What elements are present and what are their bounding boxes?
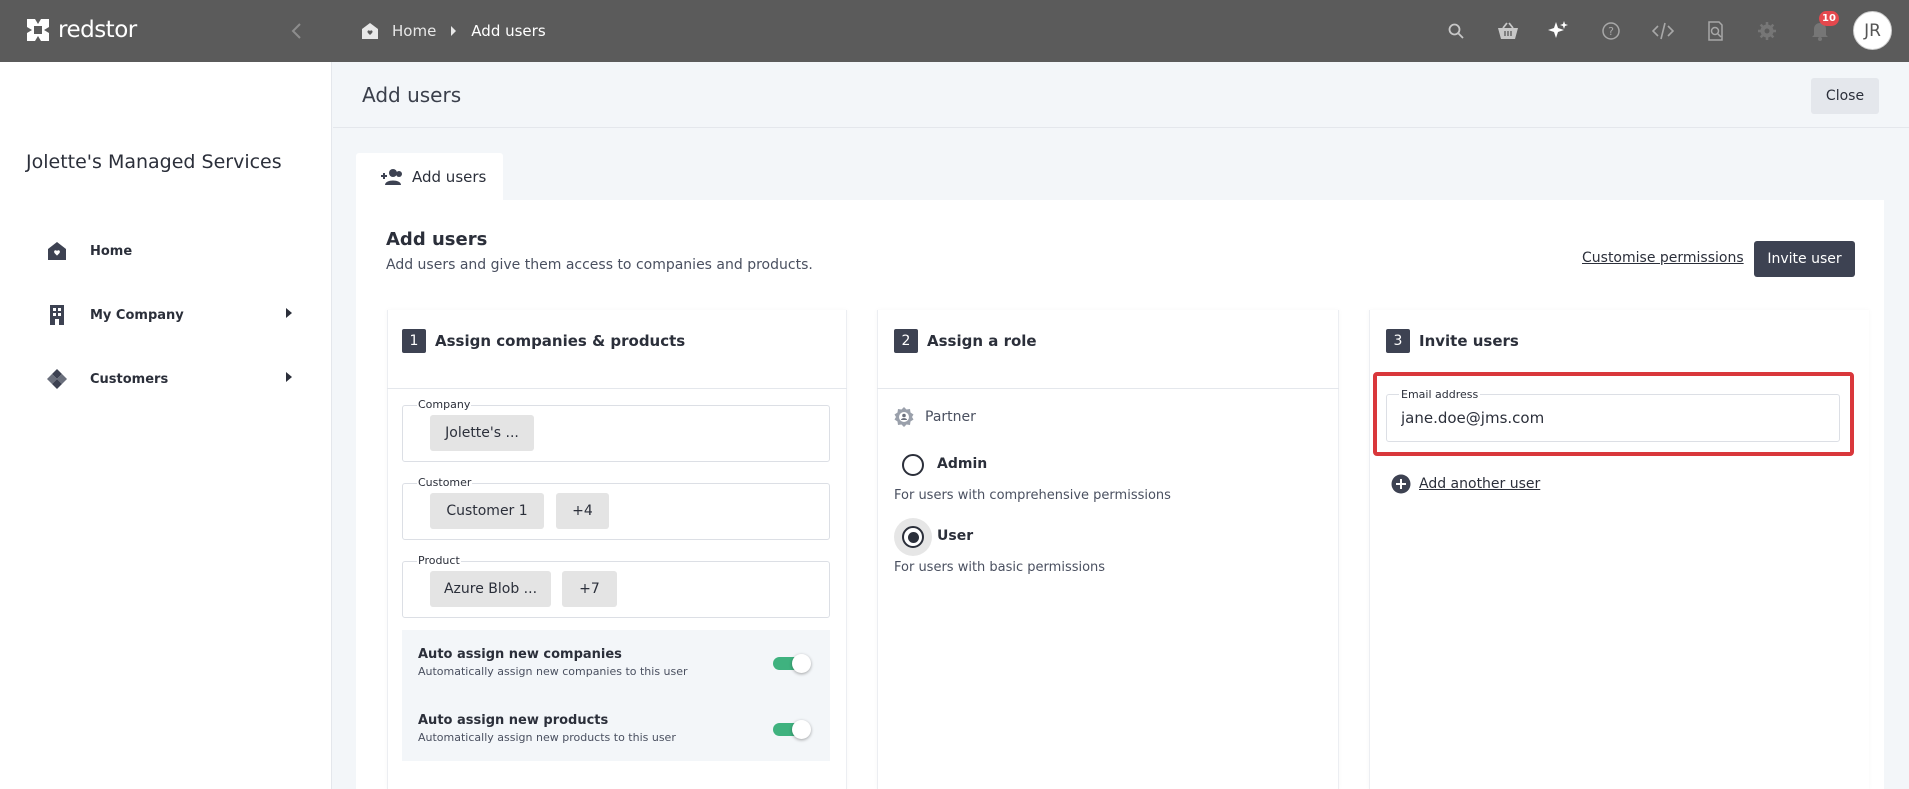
svg-text:?: ?	[1608, 25, 1614, 38]
toggle-knob	[792, 720, 811, 739]
auto-assign-products-title: Auto assign new products	[418, 713, 609, 728]
divider	[387, 388, 847, 389]
close-button[interactable]: Close	[1811, 78, 1879, 114]
breadcrumb-current: Add users	[471, 22, 546, 40]
plus-circle-icon	[1391, 474, 1411, 494]
auto-assign-products-description: Automatically assign new products to thi…	[418, 731, 676, 744]
caret-right-icon	[451, 26, 457, 36]
role-group-partner: Partner	[893, 405, 976, 429]
gear-icon	[1758, 22, 1776, 40]
chevron-left-icon	[291, 23, 301, 39]
admin-radio[interactable]	[902, 454, 924, 476]
customer-more-chip[interactable]: +4	[556, 493, 609, 529]
card-title: Add users	[386, 229, 488, 250]
help-button[interactable]: ?	[1597, 17, 1625, 45]
redstor-logo-icon	[27, 19, 49, 41]
sparkle-icon	[1548, 21, 1568, 38]
user-description: For users with basic permissions	[894, 560, 1106, 575]
basket-button[interactable]	[1494, 17, 1522, 45]
page-title: Add users	[362, 83, 462, 107]
sidebar-item-label: Customers	[90, 371, 169, 387]
search-icon	[1448, 23, 1464, 39]
auto-assign-products-toggle[interactable]	[773, 720, 811, 739]
admin-radio-label[interactable]: Admin	[937, 456, 987, 472]
collapse-sidebar-button[interactable]	[284, 18, 308, 44]
caret-right-icon	[286, 372, 292, 382]
invite-user-button[interactable]: Invite user	[1754, 241, 1855, 277]
customise-permissions-link[interactable]: Customise permissions	[1582, 250, 1744, 266]
product-more-chip[interactable]: +7	[562, 571, 617, 607]
page-header	[333, 62, 1909, 128]
home-icon	[362, 23, 378, 39]
sidebar-item-my-company[interactable]: My Company	[44, 297, 304, 333]
sidebar-item-customers[interactable]: Customers	[44, 361, 304, 397]
auto-assign-companies-description: Automatically assign new companies to th…	[418, 665, 688, 678]
step-2-header: 2 Assign a role	[894, 328, 1037, 354]
card-subtitle: Add users and give them access to compan…	[386, 257, 813, 273]
help-icon: ?	[1602, 22, 1620, 40]
radio-unselected	[902, 454, 924, 476]
step-title: Assign companies & products	[435, 332, 686, 350]
document-search-button[interactable]	[1702, 17, 1730, 45]
breadcrumb: Home Add users	[360, 19, 546, 43]
developer-button[interactable]	[1649, 17, 1677, 45]
ai-assistant-button[interactable]	[1544, 17, 1572, 45]
toggle-knob	[792, 654, 811, 673]
sidebar-item-home[interactable]: Home	[44, 233, 304, 269]
radio-selected	[902, 526, 924, 548]
add-another-user-link[interactable]: Add another user	[1391, 473, 1540, 495]
add-users-icon	[381, 169, 402, 185]
redstor-logo[interactable]: redstor	[24, 15, 137, 45]
caret-right-icon	[286, 308, 292, 318]
tab-label: Add users	[412, 168, 487, 186]
search-button[interactable]	[1442, 17, 1470, 45]
tab-add-users[interactable]: Add users	[356, 153, 503, 201]
customer-chip[interactable]: Customer 1	[430, 493, 544, 529]
sidebar-item-label: Home	[90, 243, 133, 259]
auto-assign-companies-toggle[interactable]	[773, 654, 811, 673]
step-number: 1	[402, 329, 426, 353]
product-chip[interactable]: Azure Blob ...	[430, 571, 551, 607]
radio-dot	[907, 531, 919, 543]
step-title: Assign a role	[927, 332, 1037, 350]
customer-label: Customer	[417, 476, 473, 489]
user-radio-label[interactable]: User	[937, 528, 973, 544]
step-number: 3	[1386, 329, 1410, 353]
step-role-panel	[877, 310, 1339, 789]
basket-icon	[1498, 22, 1518, 39]
product-label: Product	[417, 554, 461, 567]
settings-button[interactable]	[1753, 17, 1781, 45]
auto-assign-companies-title: Auto assign new companies	[418, 647, 622, 662]
email-input[interactable]	[1401, 405, 1821, 431]
code-icon	[1652, 22, 1674, 40]
building-icon	[44, 302, 70, 328]
notification-count-badge: 10	[1819, 11, 1839, 26]
user-avatar[interactable]: JR	[1853, 11, 1892, 50]
home-icon	[44, 238, 70, 264]
step-number: 2	[894, 329, 918, 353]
add-another-user-label: Add another user	[1419, 476, 1541, 492]
divider	[877, 388, 1339, 389]
company-chip[interactable]: Jolette's ...	[430, 415, 534, 451]
user-radio[interactable]	[894, 518, 932, 556]
sidebar-item-label: My Company	[90, 307, 184, 323]
breadcrumb-home-link[interactable]: Home	[392, 22, 436, 40]
organization-name: Jolette's Managed Services	[26, 151, 282, 173]
partner-badge-icon	[894, 407, 914, 427]
admin-description: For users with comprehensive permissions	[894, 488, 1171, 503]
customers-icon	[44, 366, 70, 392]
step-1-header: 1 Assign companies & products	[402, 328, 685, 354]
step-title: Invite users	[1419, 332, 1519, 350]
company-label: Company	[417, 398, 472, 411]
email-label: Email address	[1399, 388, 1481, 401]
brand-name: redstor	[58, 17, 137, 43]
role-group-label: Partner	[925, 409, 976, 425]
document-search-icon	[1708, 21, 1723, 41]
step-3-header: 3 Invite users	[1386, 328, 1519, 354]
